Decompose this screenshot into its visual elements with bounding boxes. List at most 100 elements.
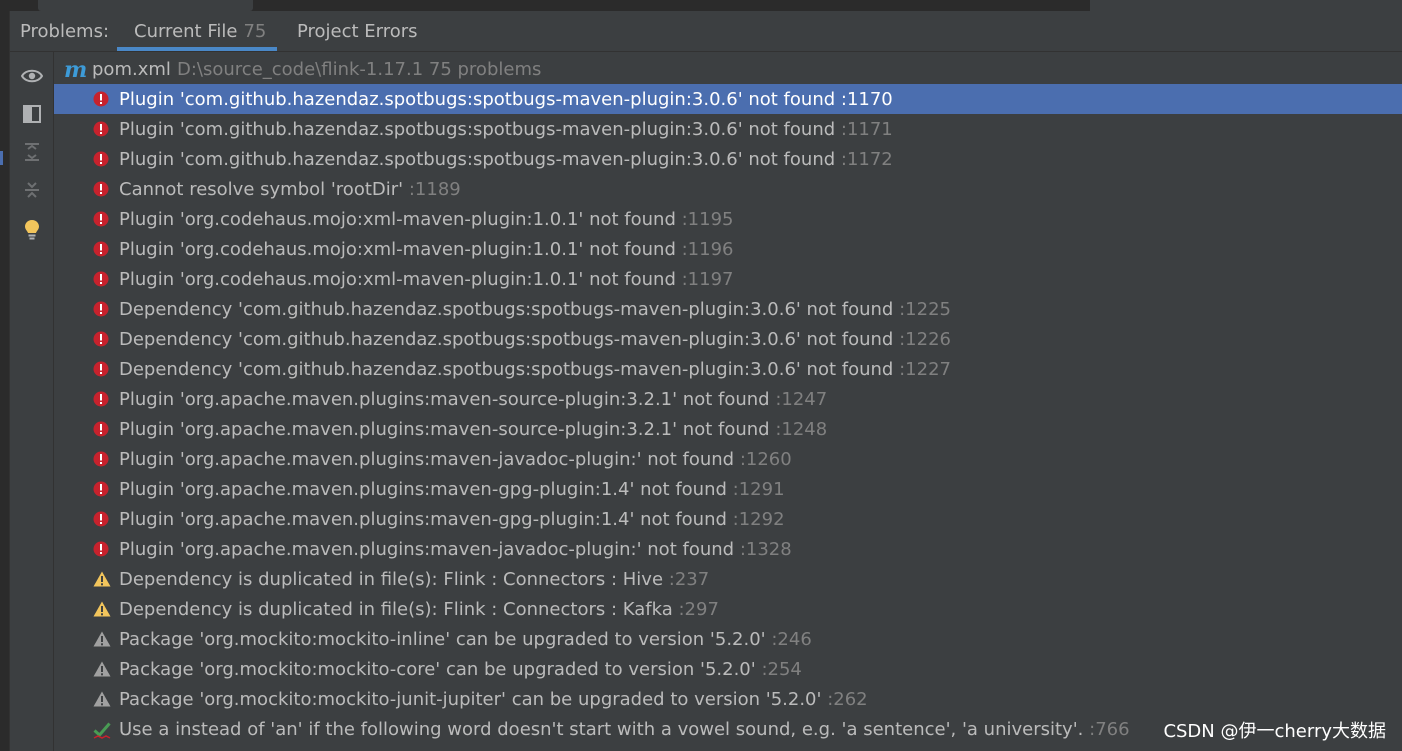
problem-text: Plugin 'org.apache.maven.plugins:maven-s… [119, 419, 827, 440]
problem-line-number: :262 [827, 689, 868, 710]
error-icon [93, 331, 109, 347]
error-icon [93, 301, 109, 317]
problem-row[interactable]: Plugin 'com.github.hazendaz.spotbugs:spo… [54, 114, 1402, 144]
error-icon [93, 511, 109, 527]
problem-row[interactable]: Plugin 'org.apache.maven.plugins:maven-g… [54, 504, 1402, 534]
problem-text: Plugin 'org.codehaus.mojo:xml-maven-plug… [119, 209, 733, 230]
warning-icon [93, 601, 111, 617]
problems-toolbar [10, 52, 54, 751]
problem-message: Dependency is duplicated in file(s): Fli… [119, 569, 669, 590]
active-tab-indicator [117, 47, 277, 51]
editor-tab[interactable] [38, 0, 253, 11]
tab-label: Project Errors [297, 21, 418, 42]
problem-row[interactable]: Dependency 'com.github.hazendaz.spotbugs… [54, 354, 1402, 384]
problem-message: Plugin 'org.apache.maven.plugins:maven-g… [119, 509, 727, 530]
tab-current-file[interactable]: Current File 75 [134, 21, 266, 42]
problems-list: m pom.xml D:\source_code\flink-1.17.1 75… [54, 52, 1402, 751]
problem-row[interactable]: Package 'org.mockito:mockito-junit-jupit… [54, 684, 1402, 714]
error-icon [93, 481, 109, 497]
problems-header: Problems: Current File 75 Project Errors [10, 11, 1402, 52]
file-node[interactable]: m pom.xml D:\source_code\flink-1.17.1 75… [54, 54, 1402, 84]
eye-icon[interactable] [20, 64, 44, 88]
problem-row[interactable]: Plugin 'com.github.hazendaz.spotbugs:spo… [54, 144, 1402, 174]
error-icon [93, 91, 109, 107]
error-icon [93, 211, 109, 227]
error-icon [93, 181, 109, 197]
error-icon [93, 121, 109, 137]
problem-text: Cannot resolve symbol 'rootDir' :1189 [119, 179, 461, 200]
weak-warning-icon [93, 661, 111, 677]
problem-row[interactable]: Plugin 'org.apache.maven.plugins:maven-j… [54, 444, 1402, 474]
error-icon [93, 361, 109, 377]
problem-line-number: :1226 [899, 329, 951, 350]
editor-tab-strip [0, 0, 1402, 11]
collapse-all-icon[interactable] [20, 178, 44, 202]
problem-message: Dependency is duplicated in file(s): Fli… [119, 599, 679, 620]
problem-row[interactable]: Cannot resolve symbol 'rootDir' :1189 [54, 174, 1402, 204]
problem-line-number: :1171 [840, 119, 893, 140]
problem-message: Plugin 'org.apache.maven.plugins:maven-s… [119, 389, 770, 410]
tab-label: Current File [134, 21, 238, 42]
problem-message: Dependency 'com.github.hazendaz.spotbugs… [119, 329, 894, 350]
problem-line-number: :1225 [899, 299, 951, 320]
problem-message: Use a instead of 'an' if the following w… [119, 719, 1084, 740]
problem-row[interactable]: Plugin 'org.apache.maven.plugins:maven-j… [54, 534, 1402, 564]
problem-message: Plugin 'com.github.hazendaz.spotbugs:spo… [119, 149, 836, 170]
problem-line-number: :1291 [732, 479, 785, 500]
problem-row[interactable]: Dependency is duplicated in file(s): Fli… [54, 594, 1402, 624]
problem-row[interactable]: Package 'org.mockito:mockito-inline' can… [54, 624, 1402, 654]
problem-row[interactable]: Plugin 'org.codehaus.mojo:xml-maven-plug… [54, 264, 1402, 294]
error-icon [93, 451, 109, 467]
problem-line-number: :1170 [840, 89, 893, 110]
problem-text: Dependency is duplicated in file(s): Fli… [119, 599, 719, 620]
problem-line-number: :1292 [732, 509, 785, 530]
lightbulb-icon[interactable] [20, 218, 44, 242]
problem-text: Plugin 'com.github.hazendaz.spotbugs:spo… [119, 89, 893, 110]
problem-message: Dependency 'com.github.hazendaz.spotbugs… [119, 359, 894, 380]
problem-row[interactable]: Plugin 'org.apache.maven.plugins:maven-s… [54, 414, 1402, 444]
problem-message: Cannot resolve symbol 'rootDir' [119, 179, 404, 200]
problem-message: Plugin 'org.codehaus.mojo:xml-maven-plug… [119, 239, 676, 260]
problem-message: Plugin 'org.apache.maven.plugins:maven-s… [119, 419, 770, 440]
problem-message: Plugin 'org.codehaus.mojo:xml-maven-plug… [119, 209, 676, 230]
problem-row[interactable]: Dependency 'com.github.hazendaz.spotbugs… [54, 324, 1402, 354]
tab-project-errors[interactable]: Project Errors [297, 21, 418, 42]
problem-line-number: :1227 [899, 359, 951, 380]
problem-text: Plugin 'org.apache.maven.plugins:maven-s… [119, 389, 827, 410]
problem-text: Dependency 'com.github.hazendaz.spotbugs… [119, 359, 951, 380]
problem-text: Plugin 'org.codehaus.mojo:xml-maven-plug… [119, 239, 733, 260]
problem-row[interactable]: Package 'org.mockito:mockito-core' can b… [54, 654, 1402, 684]
problem-line-number: :1172 [840, 149, 893, 170]
problem-row[interactable]: Plugin 'org.codehaus.mojo:xml-maven-plug… [54, 204, 1402, 234]
left-edge-strip [0, 11, 10, 751]
problem-text: Use a instead of 'an' if the following w… [119, 719, 1130, 740]
problem-text: Package 'org.mockito:mockito-junit-jupit… [119, 689, 868, 710]
weak-warning-icon [93, 691, 111, 707]
expand-all-icon[interactable] [20, 140, 44, 164]
error-icon [93, 151, 109, 167]
editor-tab[interactable] [1090, 0, 1402, 11]
preview-pane-icon[interactable] [20, 102, 44, 126]
problem-line-number: :1196 [681, 239, 734, 260]
problems-title: Problems: [20, 21, 110, 42]
problem-message: Plugin 'org.apache.maven.plugins:maven-g… [119, 479, 727, 500]
error-icon [93, 241, 109, 257]
problem-row[interactable]: Plugin 'com.github.hazendaz.spotbugs:spo… [54, 84, 1402, 114]
file-path: D:\source_code\flink-1.17.1 75 problems [177, 59, 542, 80]
problem-row[interactable]: Plugin 'org.apache.maven.plugins:maven-s… [54, 384, 1402, 414]
problem-line-number: :766 [1089, 719, 1130, 740]
problem-message: Plugin 'org.codehaus.mojo:xml-maven-plug… [119, 269, 676, 290]
problem-line-number: :1260 [739, 449, 792, 470]
problem-text: Plugin 'org.apache.maven.plugins:maven-j… [119, 539, 792, 560]
problem-row[interactable]: Dependency is duplicated in file(s): Fli… [54, 564, 1402, 594]
problem-message: Plugin 'org.apache.maven.plugins:maven-j… [119, 539, 735, 560]
problem-row[interactable]: Dependency 'com.github.hazendaz.spotbugs… [54, 294, 1402, 324]
edge-marker [0, 151, 3, 165]
problem-line-number: :1197 [681, 269, 734, 290]
problem-row[interactable]: Plugin 'org.codehaus.mojo:xml-maven-plug… [54, 234, 1402, 264]
tab-count: 75 [243, 21, 267, 42]
maven-file-icon: m [64, 57, 88, 83]
problem-text: Plugin 'org.apache.maven.plugins:maven-g… [119, 509, 785, 530]
problem-row[interactable]: Plugin 'org.apache.maven.plugins:maven-g… [54, 474, 1402, 504]
problem-line-number: :1247 [775, 389, 828, 410]
